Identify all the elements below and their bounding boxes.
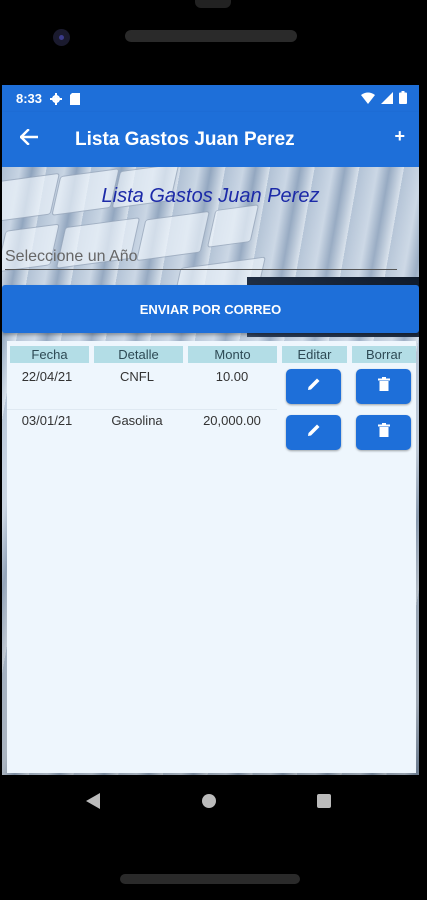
wifi-icon bbox=[361, 92, 375, 107]
header-detalle: Detalle bbox=[94, 346, 183, 363]
battery-icon bbox=[399, 91, 407, 107]
edit-button[interactable] bbox=[286, 415, 341, 450]
edit-button[interactable] bbox=[286, 369, 341, 404]
nav-home-button[interactable] bbox=[202, 794, 216, 808]
app-bar: Lista Gastos Juan Perez + bbox=[2, 112, 419, 167]
nav-back-button[interactable] bbox=[86, 793, 100, 814]
row-divider bbox=[7, 409, 277, 410]
delete-button[interactable] bbox=[356, 415, 411, 450]
back-arrow-icon bbox=[19, 128, 39, 150]
phone-speaker bbox=[125, 30, 297, 42]
status-bar: 8:33 bbox=[2, 85, 419, 112]
cell-fecha: 22/04/21 bbox=[21, 369, 73, 384]
signal-icon bbox=[381, 91, 393, 107]
front-camera bbox=[53, 29, 70, 46]
delete-icon bbox=[377, 423, 390, 442]
settings-icon bbox=[50, 92, 63, 105]
header-borrar: Borrar bbox=[352, 346, 416, 363]
app-screen: 8:33 Lista Gastos Juan Perez + Lista Gas… bbox=[2, 85, 419, 775]
year-select[interactable]: Seleccione un Año bbox=[5, 245, 397, 270]
cell-detalle: Gasolina bbox=[111, 413, 163, 428]
phone-top-edge bbox=[195, 0, 231, 8]
edit-icon bbox=[307, 377, 321, 396]
app-title: Lista Gastos Juan Perez bbox=[75, 128, 295, 150]
header-fecha: Fecha bbox=[10, 346, 89, 363]
cell-monto: 10.00 bbox=[215, 369, 249, 384]
send-email-button[interactable]: ENVIAR POR CORREO bbox=[2, 285, 419, 333]
add-button[interactable]: + bbox=[394, 126, 405, 147]
delete-button[interactable] bbox=[356, 369, 411, 404]
phone-bottom-edge bbox=[120, 874, 300, 884]
page-heading: Lista Gastos Juan Perez bbox=[101, 185, 320, 207]
cell-detalle: CNFL bbox=[120, 369, 154, 384]
cell-monto: 20,000.00 bbox=[203, 413, 261, 428]
expenses-table: Fecha Detalle Monto Editar Borrar 22/04/… bbox=[7, 341, 416, 773]
status-right-icons bbox=[361, 91, 407, 107]
header-monto: Monto bbox=[188, 346, 277, 363]
header-editar: Editar bbox=[282, 346, 347, 363]
edit-icon bbox=[307, 423, 321, 442]
cell-fecha: 03/01/21 bbox=[21, 413, 73, 428]
back-button[interactable] bbox=[15, 126, 43, 154]
status-time: 8:33 bbox=[16, 91, 43, 106]
delete-icon bbox=[377, 377, 390, 396]
nav-recents-button[interactable] bbox=[317, 794, 331, 808]
sim-icon bbox=[70, 92, 81, 105]
